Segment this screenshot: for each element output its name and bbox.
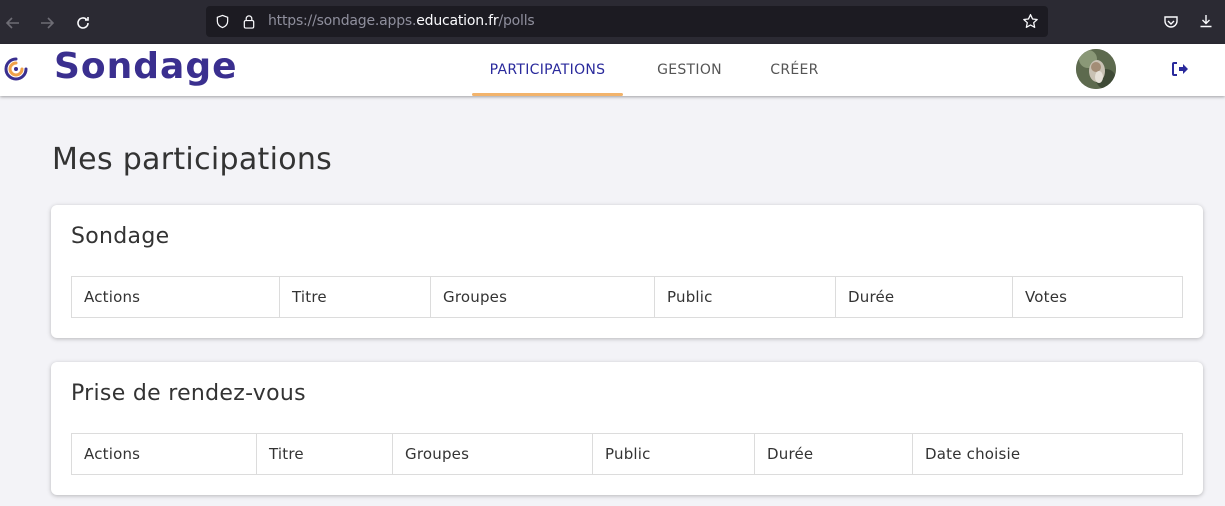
app-header: Sondage PARTICIPATIONS GESTION CRÉER — [0, 44, 1225, 96]
app-logo-icon[interactable] — [2, 55, 30, 83]
column-header[interactable]: Public — [655, 277, 836, 317]
column-header[interactable]: Votes — [1013, 277, 1182, 317]
browser-toolbar: https://sondage.apps.education.fr/polls — [0, 0, 1225, 44]
sondage-table-header: Actions Titre Groupes Public Durée Votes — [71, 276, 1183, 318]
bookmark-star-icon[interactable] — [1022, 13, 1039, 30]
url-bar[interactable]: https://sondage.apps.education.fr/polls — [206, 6, 1048, 37]
tab-participations[interactable]: PARTICIPATIONS — [472, 44, 623, 96]
column-header[interactable]: Actions — [72, 277, 280, 317]
shield-icon[interactable] — [215, 14, 230, 29]
section-title: Sondage — [71, 224, 170, 249]
column-header[interactable]: Titre — [280, 277, 431, 317]
tab-label: PARTICIPATIONS — [489, 62, 606, 78]
column-header[interactable]: Public — [593, 434, 755, 474]
forward-icon[interactable] — [36, 12, 58, 34]
column-header[interactable]: Durée — [755, 434, 913, 474]
column-header[interactable]: Date choisie — [913, 434, 1182, 474]
column-header[interactable]: Groupes — [431, 277, 655, 317]
back-icon[interactable] — [2, 12, 24, 34]
tab-label: CRÉER — [770, 62, 819, 78]
section-title: Prise de rendez-vous — [71, 381, 306, 406]
rendez-vous-table-header: Actions Titre Groupes Public Durée Date … — [71, 433, 1183, 475]
sondage-card: Sondage Actions Titre Groupes Public Dur… — [51, 205, 1203, 338]
column-header[interactable]: Durée — [836, 277, 1013, 317]
url-text: https://sondage.apps.education.fr/polls — [268, 13, 535, 29]
app-name[interactable]: Sondage — [54, 46, 238, 87]
downloads-icon[interactable] — [1198, 13, 1214, 29]
column-header[interactable]: Actions — [72, 434, 257, 474]
logout-icon[interactable] — [1171, 61, 1189, 77]
page-title: Mes participations — [52, 142, 333, 177]
reload-icon[interactable] — [72, 12, 94, 34]
rendez-vous-card: Prise de rendez-vous Actions Titre Group… — [51, 362, 1203, 495]
pocket-icon[interactable] — [1163, 14, 1179, 30]
tab-label: GESTION — [657, 62, 722, 78]
tab-creer[interactable]: CRÉER — [756, 44, 833, 96]
column-header[interactable]: Titre — [257, 434, 393, 474]
user-avatar[interactable] — [1076, 49, 1116, 89]
column-header[interactable]: Groupes — [393, 434, 593, 474]
lock-icon[interactable] — [242, 14, 256, 29]
tab-gestion[interactable]: GESTION — [643, 44, 736, 96]
active-tab-indicator — [472, 93, 623, 96]
